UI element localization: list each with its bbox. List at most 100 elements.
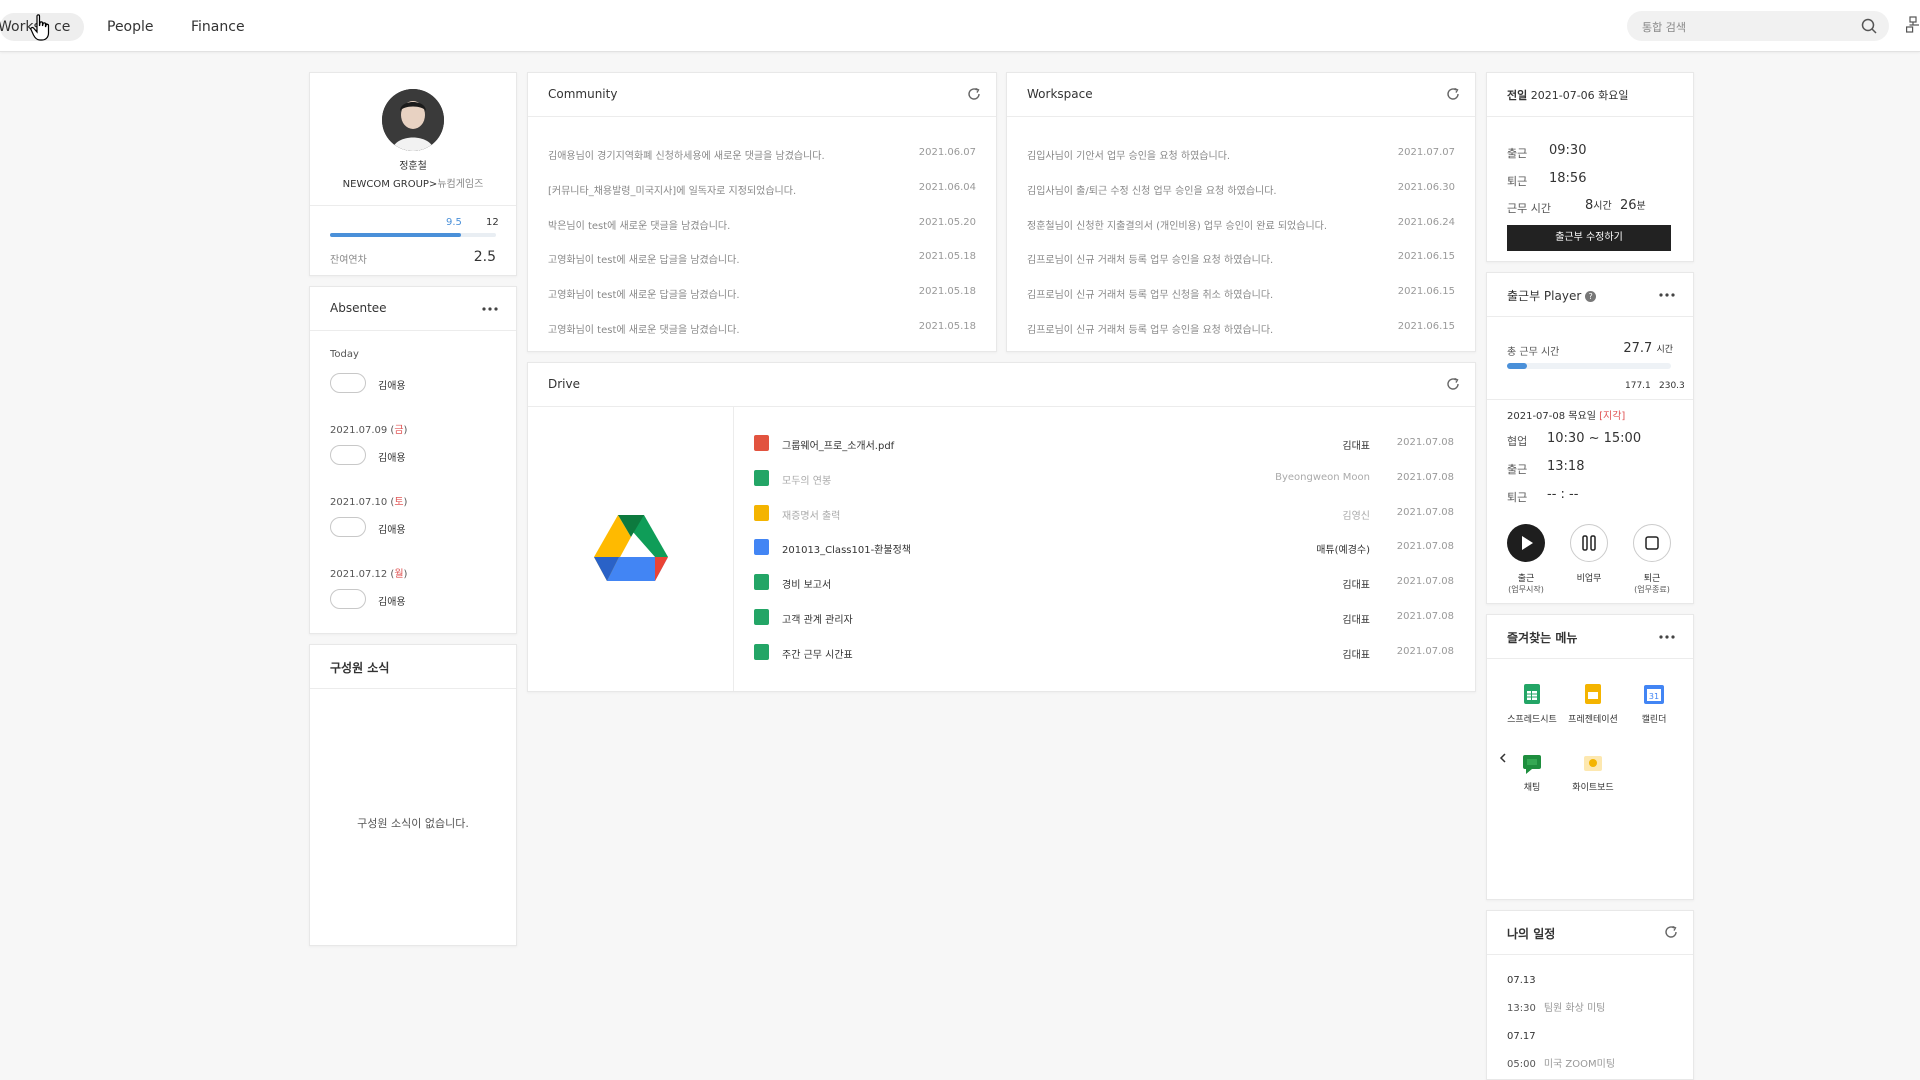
total-work-value: 27.7 시간: [1623, 341, 1673, 356]
org-group: NEWCOM GROUP>: [342, 179, 438, 190]
workspace-item-text: 김프로님이 신규 거래처 등록 업무 승인을 요청 하였습니다.: [1027, 255, 1274, 266]
player-row-label: 퇴근: [1507, 491, 1528, 504]
schedule-date: 07.17: [1507, 1031, 1536, 1042]
avatar[interactable]: [382, 89, 444, 151]
community-title: Community: [548, 87, 618, 101]
community-item[interactable]: 고영화님이 test에 새로운 답글을 남겼습니다. 2021.05.18: [548, 286, 976, 302]
schedule-item[interactable]: 13:30 팀원 화상 미팅: [1507, 999, 1605, 1014]
absentee-date-text: 2021.07.10 (: [330, 497, 395, 508]
more-icon[interactable]: [1659, 293, 1675, 297]
workspace-item[interactable]: 김프로님이 신규 거래처 등록 업무 승인을 요청 하였습니다. 2021.06.…: [1027, 251, 1455, 267]
start-work-button[interactable]: [1507, 524, 1545, 562]
non-work-button[interactable]: [1570, 524, 1608, 562]
refresh-icon[interactable]: [1663, 924, 1679, 940]
community-item-date: 2021.05.18: [918, 321, 976, 332]
attendance-title-date: 2021-07-06 화요일: [1530, 89, 1629, 102]
drive-file-name: 201013_Class101-환불정책: [782, 545, 911, 556]
app-label: 스프레드시트: [1507, 715, 1557, 725]
absentee-status-pill: [330, 445, 366, 465]
more-icon[interactable]: [1659, 635, 1675, 639]
chat-app-icon[interactable]: [1521, 753, 1543, 775]
google-drive-logo-icon[interactable]: [594, 515, 668, 581]
absentee-name[interactable]: 김애용: [378, 593, 406, 608]
community-item[interactable]: 고영화님이 test에 새로운 댓글을 남겼습니다. 2021.05.18: [548, 321, 976, 337]
drive-file-row[interactable]: 재증명서 출력 김영신 2021.07.08: [754, 505, 1454, 523]
community-item-date: 2021.06.04: [918, 182, 976, 193]
calendar-app-icon[interactable]: 31: [1643, 683, 1665, 705]
workspace-item[interactable]: 김입사님이 기안서 업무 승인을 요청 하였습니다. 2021.07.07: [1027, 147, 1455, 163]
app-label: 화이트보드: [1572, 783, 1614, 793]
community-item[interactable]: 고영화님이 test에 새로운 답글을 남겼습니다. 2021.05.18: [548, 251, 976, 267]
drive-file-row[interactable]: 그룹웨어_프로_소개서.pdf 김대표 2021.07.08: [754, 435, 1454, 453]
schedule-time: 13:30: [1507, 1003, 1536, 1014]
workspace-item-text: 정훈철님이 신청한 지출결의서 (개인비용) 업무 승인이 완료 되었습니다.: [1027, 221, 1328, 232]
work-progress-fill: [1507, 363, 1527, 369]
more-icon[interactable]: [482, 307, 498, 311]
player-title: 출근부 Player ?: [1507, 287, 1597, 304]
end-work-sublabel: (업무종료): [1634, 585, 1670, 594]
drive-file-date: 2021.07.08: [1396, 646, 1454, 657]
drive-file-row[interactable]: 주간 근무 시간표 김대표 2021.07.08: [754, 644, 1454, 662]
sheets-file-icon: [754, 609, 769, 625]
community-item-date: 2021.05.20: [918, 217, 976, 228]
player-date-text: 2021-07-08 목요일: [1507, 411, 1596, 422]
stop-icon: [1645, 536, 1659, 550]
edit-attendance-button[interactable]: 출근부 수정하기: [1507, 225, 1671, 251]
absentee-day: 금: [394, 425, 404, 436]
presentation-app-icon[interactable]: [1582, 683, 1604, 705]
player-row-label: 협업: [1507, 435, 1528, 448]
spreadsheet-app-icon[interactable]: [1521, 683, 1543, 705]
chevron-left-icon[interactable]: [1499, 753, 1507, 763]
community-item[interactable]: 박은님이 test에 새로운 댓글을 남겼습니다. 2021.05.20: [548, 217, 976, 233]
org-chart-icon[interactable]: [1906, 16, 1920, 34]
schedule-text: 미국 ZOOM미팅: [1543, 1059, 1616, 1070]
community-item-date: 2021.05.18: [918, 251, 976, 262]
absentee-name[interactable]: 김애용: [378, 521, 406, 536]
drive-file-owner: 김대표: [1342, 650, 1370, 661]
workspace-item[interactable]: 김입사님이 출/퇴근 수정 신청 업무 승인을 요청 하였습니다. 2021.06…: [1027, 182, 1455, 198]
work-time-label: 근무 시간: [1507, 202, 1551, 215]
absentee-name[interactable]: 김애용: [378, 449, 406, 464]
absentee-date-text: Today: [330, 349, 359, 360]
drive-file-owner: 김영신: [1342, 511, 1370, 522]
workspace-item[interactable]: 김프로님이 신규 거래처 등록 업무 승인을 요청 하였습니다. 2021.06.…: [1027, 321, 1455, 337]
schedule-title: 나의 일정: [1507, 927, 1556, 941]
tab-people[interactable]: People: [107, 13, 154, 41]
absentee-date-close: ): [403, 569, 408, 580]
drive-file-owner: Byeongweon Moon: [1275, 472, 1370, 483]
help-icon[interactable]: ?: [1585, 291, 1597, 302]
absentee-date-text: 2021.07.12 (: [330, 569, 395, 580]
profile-card: 정훈철 NEWCOM GROUP>뉴컴게임즈 9.5 12 잔여연차 2.5: [309, 72, 517, 276]
pdf-file-icon: [754, 435, 769, 451]
tab-finance[interactable]: Finance: [191, 13, 245, 41]
community-item[interactable]: [커뮤니타_채용발령_미국지사]에 일독자로 지정되었습니다. 2021.06.0…: [548, 182, 976, 198]
workspace-item-date: 2021.06.15: [1397, 286, 1455, 297]
member-news-title: 구성원 소식: [330, 661, 390, 675]
drive-file-row[interactable]: 경비 보고서 김대표 2021.07.08: [754, 574, 1454, 592]
leave-progress-bar: [330, 233, 496, 237]
global-search-input[interactable]: 통합 검색: [1627, 11, 1889, 41]
drive-file-row[interactable]: 모두의 연봉 Byeongweon Moon 2021.07.08: [754, 470, 1454, 488]
player-date: 2021-07-08 목요일 [지각]: [1507, 407, 1625, 422]
refresh-icon[interactable]: [966, 86, 982, 102]
search-icon[interactable]: [1861, 18, 1877, 34]
drive-file-row[interactable]: 고객 관계 관리자 김대표 2021.07.08: [754, 609, 1454, 627]
refresh-icon[interactable]: [1445, 376, 1461, 392]
drive-card: Drive 그룹웨어_프로_소개서.pdf 김대표 2021.07.08 모두의 연봉…: [527, 362, 1476, 692]
absentee-name[interactable]: 김애용: [378, 377, 406, 392]
drive-file-owner: 김대표: [1342, 615, 1370, 626]
refresh-icon[interactable]: [1445, 86, 1461, 102]
workspace-item[interactable]: 정훈철님이 신청한 지출결의서 (개인비용) 업무 승인이 완료 되었습니다. 2…: [1027, 217, 1455, 233]
schedule-header: 나의 일정: [1487, 911, 1693, 955]
community-item-text: 고영화님이 test에 새로운 답글을 남겼습니다.: [548, 255, 740, 266]
schedule-item[interactable]: 05:00 미국 ZOOM미팅: [1507, 1055, 1615, 1070]
absentee-date-close: ): [403, 425, 408, 436]
workspace-item[interactable]: 김프로님이 신규 거래처 등록 업무 신청을 취소 하였습니다. 2021.06.…: [1027, 286, 1455, 302]
community-item[interactable]: 김애용님이 경기지역화폐 신청하세용에 새로운 댓글을 남겼습니다. 2021.0…: [548, 147, 976, 163]
whiteboard-app-icon[interactable]: [1582, 753, 1604, 775]
favorites-header: 즐겨찾는 메뉴: [1487, 615, 1693, 659]
drive-file-row[interactable]: 201013_Class101-환불정책 매튜(예경수) 2021.07.08: [754, 539, 1454, 557]
end-work-button[interactable]: [1633, 524, 1671, 562]
schedule-date: 07.13: [1507, 975, 1536, 986]
sheets-file-icon: [754, 470, 769, 486]
